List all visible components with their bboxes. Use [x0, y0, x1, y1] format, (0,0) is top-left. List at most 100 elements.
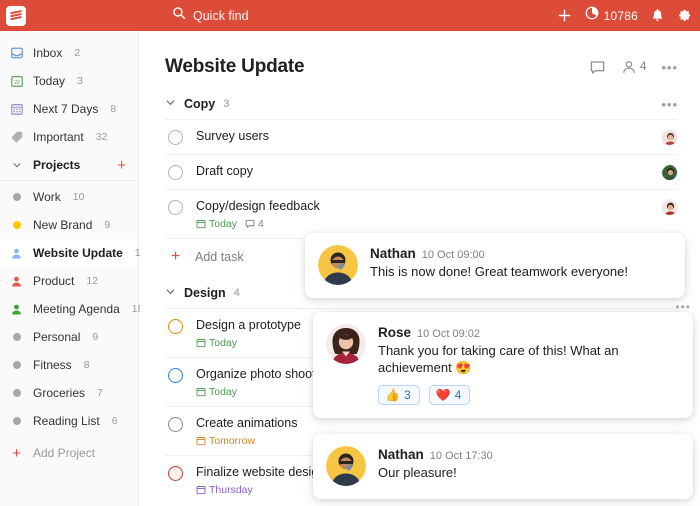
reaction-count: 4: [455, 388, 462, 402]
calendar-icon: [196, 219, 206, 229]
task-checkbox[interactable]: [168, 417, 183, 432]
calendar-icon: [196, 485, 206, 495]
sidebar-item-reading-list[interactable]: Reading List 6: [0, 407, 138, 435]
sidebar-item-inbox[interactable]: Inbox 2: [0, 39, 138, 67]
section-name: Copy: [184, 97, 215, 111]
sidebar-item-groceries[interactable]: Groceries 7: [0, 379, 138, 407]
sidebar: Inbox 2 22 Today 3: [0, 31, 139, 506]
sidebar-item-label: Reading List: [33, 414, 100, 428]
comment-timestamp: 10 Oct 09:00: [422, 249, 485, 261]
task-comment-count[interactable]: 4: [245, 218, 264, 230]
sidebar-item-label: Important: [33, 130, 84, 144]
people-icon[interactable]: 4: [621, 59, 646, 75]
comment-card[interactable]: Nathan 10 Oct 09:00 This is now done! Gr…: [305, 233, 685, 298]
sidebar-item-fitness[interactable]: Fitness 8: [0, 351, 138, 379]
comment-card[interactable]: Nathan 10 Oct 17:30 Our pleasure!: [313, 434, 693, 499]
add-project-plus-icon[interactable]: +: [117, 158, 126, 173]
comment-body: Nathan 10 Oct 17:30 Our pleasure!: [378, 446, 679, 486]
reaction-thumbs-up[interactable]: 👍 3: [378, 385, 420, 405]
dot-icon: [9, 330, 24, 345]
sidebar-item-meeting-agenda[interactable]: Meeting Agenda 18: [0, 295, 138, 323]
calendar-week-icon: [9, 102, 24, 117]
dot-icon: [9, 218, 24, 233]
projects-section-header[interactable]: Projects +: [0, 151, 138, 179]
calendar-icon: [196, 338, 206, 348]
comment-text: Thank you for taking care of this! What …: [378, 342, 679, 376]
avatar[interactable]: [661, 199, 678, 216]
gear-icon[interactable]: [677, 8, 692, 23]
comment-author: Nathan: [378, 447, 424, 462]
plus-icon[interactable]: [556, 7, 573, 24]
task-checkbox[interactable]: [168, 319, 183, 334]
task-due-date[interactable]: Today: [196, 386, 237, 398]
sidebar-item-count: 9: [92, 331, 98, 343]
top-bar-actions: 10786: [556, 0, 692, 31]
sidebar-item-work[interactable]: Work 10: [0, 183, 138, 211]
chevron-down-icon[interactable]: [165, 286, 176, 300]
bell-icon[interactable]: [650, 8, 665, 23]
quick-find-search[interactable]: Quick find: [172, 0, 249, 31]
sidebar-item-new-brand[interactable]: New Brand 9: [0, 211, 138, 239]
people-count: 4: [640, 61, 646, 73]
svg-text:22: 22: [14, 80, 20, 86]
sidebar-item-label: Personal: [33, 330, 80, 344]
sidebar-item-next-7-days[interactable]: Next 7 Days 8: [0, 95, 138, 123]
task-content: Survey users: [196, 129, 661, 144]
avatar[interactable]: [661, 164, 678, 181]
thumbs-up-icon: 👍: [385, 388, 400, 402]
todoist-logo-icon[interactable]: [6, 6, 26, 26]
task-due-date[interactable]: Tomorrow: [196, 435, 255, 447]
add-project-button[interactable]: + Add Project: [0, 439, 138, 467]
section-header[interactable]: Copy 3 •••: [165, 89, 678, 119]
section-more-options-icon[interactable]: •••: [661, 98, 678, 111]
task-row[interactable]: Copy/design feedback Today: [165, 189, 678, 238]
avatar[interactable]: [661, 129, 678, 146]
comment-card[interactable]: ••• Rose 10 Oct 09:02 Thank you for taki…: [313, 312, 693, 418]
task-checkbox[interactable]: [168, 165, 183, 180]
top-bar: Quick find 10786: [0, 0, 700, 31]
comment-more-options-icon[interactable]: •••: [675, 300, 691, 314]
sidebar-item-label: Work: [33, 190, 61, 204]
sidebar-item-count: 10: [73, 191, 85, 203]
search-icon: [172, 6, 186, 25]
avatar[interactable]: [326, 324, 366, 364]
sidebar-item-product[interactable]: Product 12: [0, 267, 138, 295]
comment-timestamp: 10 Oct 09:02: [417, 328, 480, 340]
page-title: Website Update: [165, 56, 304, 78]
task-checkbox[interactable]: [168, 466, 183, 481]
inbox-icon: [9, 46, 24, 61]
task-due-date[interactable]: Thursday: [196, 484, 253, 496]
sidebar-item-personal[interactable]: Personal 9: [0, 323, 138, 351]
task-row[interactable]: Draft copy: [165, 154, 678, 189]
sidebar-item-today[interactable]: 22 Today 3: [0, 67, 138, 95]
comment-icon[interactable]: [589, 59, 606, 76]
task-content: Copy/design feedback Today: [196, 199, 661, 230]
chevron-down-icon[interactable]: [165, 97, 176, 111]
task-due-date[interactable]: Today: [196, 337, 237, 349]
karma-indicator[interactable]: 10786: [585, 6, 638, 25]
reaction-heart[interactable]: ❤️ 4: [429, 385, 471, 405]
task-checkbox[interactable]: [168, 368, 183, 383]
task-due-date[interactable]: Today: [196, 218, 237, 230]
project-header-actions: 4 •••: [589, 59, 678, 76]
sidebar-item-website-update[interactable]: Website Update 11: [0, 239, 138, 267]
comment-body: Nathan 10 Oct 09:00 This is now done! Gr…: [370, 245, 671, 285]
due-date-label: Today: [209, 218, 237, 230]
task-checkbox[interactable]: [168, 130, 183, 145]
person-icon: [9, 302, 24, 317]
task-checkbox[interactable]: [168, 200, 183, 215]
person-icon: [9, 274, 24, 289]
due-date-label: Today: [209, 386, 237, 398]
task-row[interactable]: Survey users: [165, 119, 678, 154]
sidebar-item-label: Inbox: [33, 46, 62, 60]
sidebar-item-important[interactable]: Important 32: [0, 123, 138, 151]
sidebar-item-label: Next 7 Days: [33, 102, 98, 116]
avatar[interactable]: [318, 245, 358, 285]
avatar[interactable]: [326, 446, 366, 486]
task-metadata: Today 4: [196, 218, 661, 230]
sidebar-item-count: 12: [86, 275, 98, 287]
more-options-icon[interactable]: •••: [661, 61, 678, 74]
comment-header: Nathan 10 Oct 09:00: [370, 246, 671, 261]
sidebar-item-count: 6: [112, 415, 118, 427]
due-date-label: Tomorrow: [209, 435, 255, 447]
